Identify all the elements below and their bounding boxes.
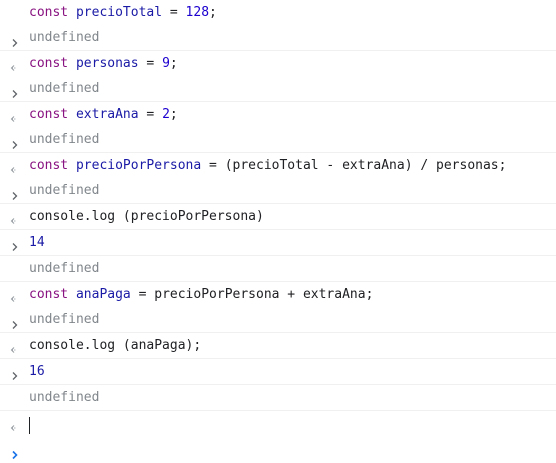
console-input-row[interactable]: console.log (precioPorPersona) [0, 204, 556, 251]
console-result-row: undefined [0, 307, 556, 353]
input-code: const personas = 9; [29, 56, 178, 71]
text-caret [29, 416, 30, 434]
console-log-row: 16 [0, 359, 556, 384]
input-code: console.log (precioPorPersona) [29, 209, 264, 224]
console-result-row: undefined [0, 256, 556, 302]
chevron-right-icon [9, 160, 21, 200]
console-input-row[interactable]: const precioTotal = 128; [0, 0, 556, 47]
console-result-row: undefined [0, 178, 556, 224]
console-result-row: undefined [0, 25, 556, 71]
chevron-right-icon [9, 211, 21, 251]
input-code: const precioTotal = 128; [29, 5, 217, 20]
return-arrow-icon [9, 83, 21, 122]
result-value: undefined [29, 30, 100, 45]
result-value: undefined [29, 390, 100, 405]
return-arrow-icon [9, 314, 21, 353]
console-input-row[interactable]: console.log (anaPaga); [0, 333, 556, 380]
return-arrow-icon [9, 32, 21, 71]
result-value: undefined [29, 312, 100, 327]
chevron-right-icon [9, 289, 21, 329]
chevron-right-icon [9, 109, 21, 149]
log-value: 14 [29, 235, 45, 250]
log-value: 16 [29, 364, 45, 379]
console-input-row[interactable]: const personas = 9; [0, 51, 556, 98]
chevron-right-icon [9, 7, 21, 47]
result-value: undefined [29, 183, 100, 198]
console-input-row[interactable]: const extraAna = 2; [0, 102, 556, 149]
chevron-right-icon [9, 419, 21, 460]
return-arrow-icon [9, 185, 21, 224]
console-result-row: undefined [0, 127, 556, 173]
result-value: undefined [29, 132, 100, 147]
input-code: const extraAna = 2; [29, 107, 178, 122]
return-arrow-icon [9, 392, 21, 431]
result-value: undefined [29, 261, 100, 276]
console-result-row: undefined [0, 385, 556, 431]
result-value: undefined [29, 81, 100, 96]
console-log-row: 14 [0, 230, 556, 255]
return-arrow-icon [9, 134, 21, 173]
console-prompt[interactable] [0, 411, 556, 460]
chevron-right-icon [9, 340, 21, 380]
return-arrow-icon [9, 263, 21, 302]
input-code: const anaPaga = precioPorPersona + extra… [29, 287, 374, 302]
devtools-console: const precioTotal = 128; undefined const… [0, 0, 556, 463]
chevron-right-icon [9, 58, 21, 98]
console-input-row[interactable]: const precioPorPersona = (precioTotal - … [0, 153, 556, 200]
console-input-row[interactable]: const anaPaga = precioPorPersona + extra… [0, 282, 556, 329]
input-code: console.log (anaPaga); [29, 338, 202, 353]
input-code: const precioPorPersona = (precioTotal - … [29, 158, 507, 173]
console-result-row: undefined [0, 76, 556, 122]
